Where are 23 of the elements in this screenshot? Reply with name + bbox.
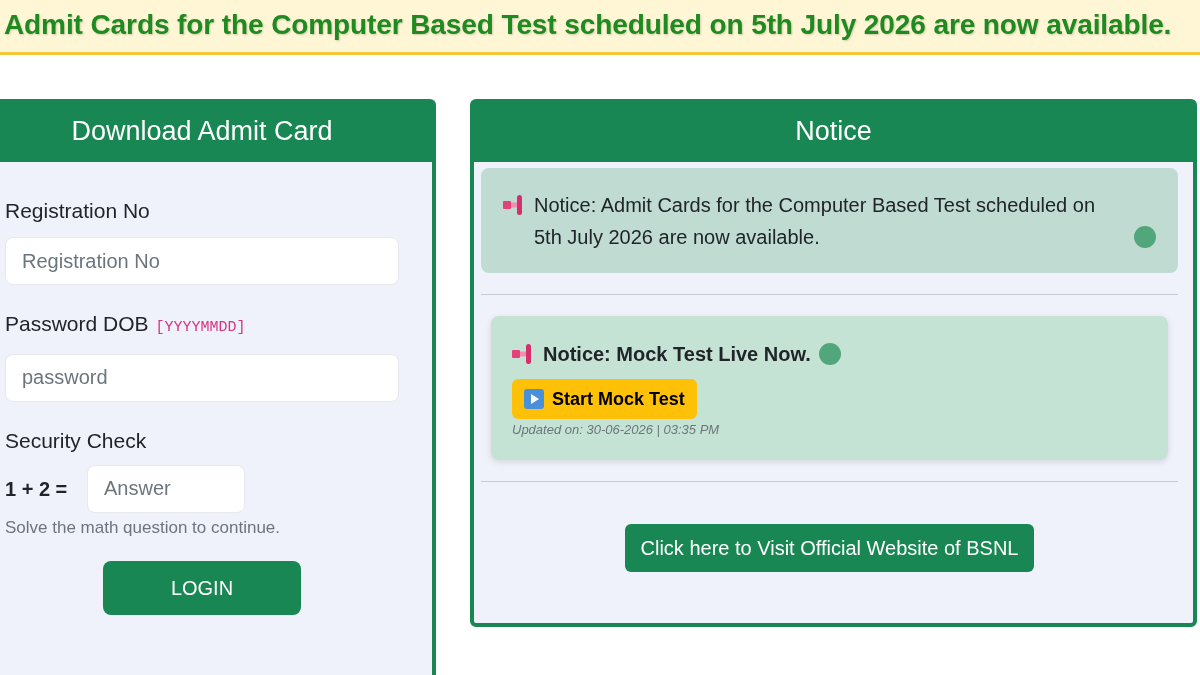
card-header: Download Admit Card: [0, 103, 432, 162]
field-label: Registration No: [5, 199, 150, 223]
format-hint: [YYYYMMDD]: [155, 318, 246, 338]
help-text: Solve the math question to continue.: [5, 517, 281, 538]
start-mock-test-button[interactable]: Start Mock Test: [512, 379, 697, 419]
field-label: Security Check: [5, 428, 147, 453]
notice-text: Notice: Admit Cards for the Computer Based Test scheduled on 5th July 2026 are now available.: [534, 193, 1097, 250]
field-label: Password DOB: [5, 312, 149, 336]
status-dot-icon: [818, 343, 841, 365]
answer-field[interactable]: Answer: [87, 464, 245, 513]
updated-text: Updated on: 30-06-2026 | 03:35 PM: [512, 422, 721, 438]
notice-text: Notice: Mock Test Live Now.: [543, 342, 811, 367]
math-question: 1 + 2 =: [5, 476, 69, 502]
input-field[interactable]: Registration No: [5, 237, 399, 285]
status-dot-icon: [1134, 226, 1156, 248]
megaphone-icon: [512, 344, 531, 364]
announcement-banner: Admit Cards for the Computer Based Test scheduled on 5th July 2026 are now available.: [0, 0, 1200, 55]
login-button[interactable]: LOGIN: [103, 560, 301, 615]
official-website-button[interactable]: Click here to Visit Official Website of BSNL: [624, 524, 1035, 572]
megaphone-icon: [503, 195, 522, 215]
play-icon: [524, 389, 544, 409]
card-header: Notice: [474, 103, 1193, 162]
input-field[interactable]: password: [5, 353, 399, 402]
